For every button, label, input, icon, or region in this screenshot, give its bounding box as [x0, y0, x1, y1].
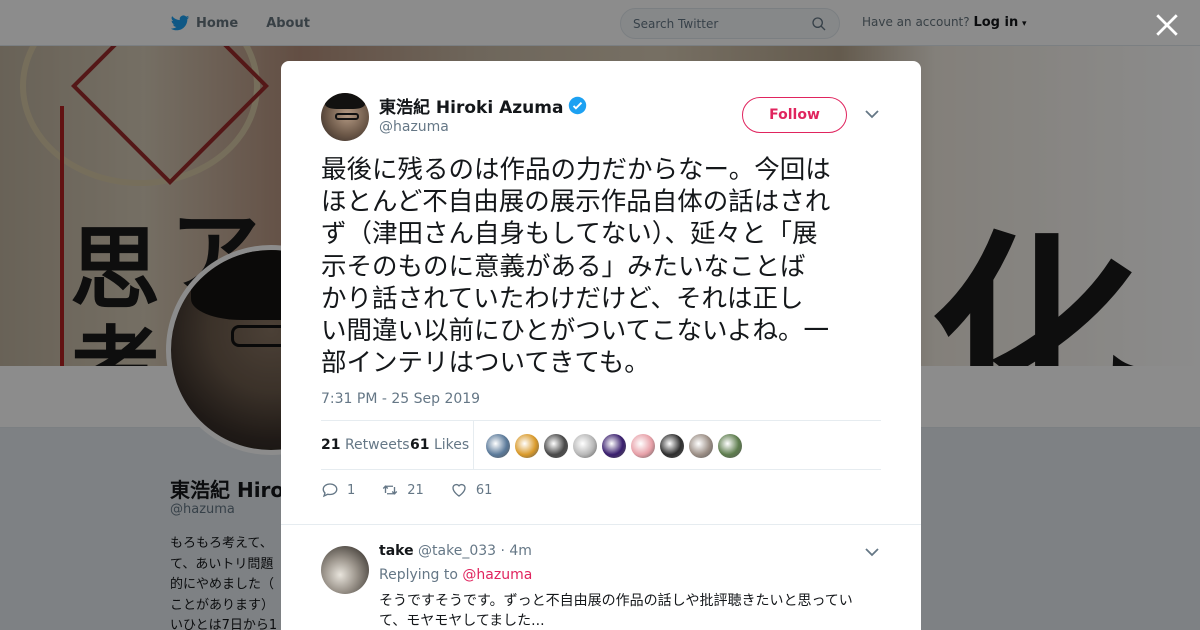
- stats-divider: [473, 421, 474, 469]
- liker-avatar[interactable]: [515, 434, 539, 458]
- likes-label: Likes: [433, 437, 470, 453]
- retweets-stat[interactable]: 21 Retweets: [321, 437, 410, 453]
- replying-to: Replying to @hazuma: [379, 567, 532, 583]
- liker-avatars: [486, 434, 742, 458]
- liker-avatar[interactable]: [660, 434, 684, 458]
- likes-count: 61: [410, 437, 430, 453]
- tweet-modal: 東浩紀 Hiroki Azuma @hazuma Follow 最後に残るのは作…: [281, 61, 921, 630]
- replying-to-handle[interactable]: @hazuma: [462, 567, 532, 583]
- liker-avatar[interactable]: [602, 434, 626, 458]
- reply-text: そうですそうです。ずっと不自由展の作品の話しや批評聴きたいと思ってい て、モヤモ…: [379, 593, 853, 629]
- reply-icon: [322, 483, 338, 498]
- reply-header: take @take_033 · 4m: [379, 543, 532, 559]
- author-name: 東浩紀 Hiroki Azuma: [379, 98, 564, 118]
- heart-icon: [452, 483, 466, 497]
- avatar-hair: [325, 93, 365, 109]
- liker-avatar[interactable]: [486, 434, 510, 458]
- close-icon[interactable]: [1154, 12, 1180, 38]
- liker-avatar[interactable]: [631, 434, 655, 458]
- tweet-timestamp[interactable]: 7:31 PM - 25 Sep 2019: [321, 391, 480, 407]
- reply-button[interactable]: 1: [321, 481, 355, 499]
- chevron-down-icon[interactable]: [865, 109, 879, 119]
- likes-stat[interactable]: 61 Likes: [410, 437, 469, 453]
- author-avatar[interactable]: [321, 93, 369, 141]
- liker-avatar[interactable]: [573, 434, 597, 458]
- like-button[interactable]: 61: [450, 481, 493, 499]
- replying-to-label: Replying to: [379, 567, 458, 583]
- reply-author-name[interactable]: take: [379, 543, 414, 559]
- retweet-count: 21: [407, 482, 424, 498]
- verified-badge-icon: [569, 96, 587, 115]
- liker-avatar[interactable]: [718, 434, 742, 458]
- reply-author-handle[interactable]: @take_033: [418, 543, 496, 559]
- tweet-actions: 1 21 61: [321, 481, 518, 499]
- liker-avatar[interactable]: [544, 434, 568, 458]
- reply-count: 1: [347, 482, 356, 498]
- follow-button[interactable]: Follow: [742, 97, 847, 133]
- chevron-down-icon[interactable]: [865, 547, 879, 557]
- avatar-glasses: [335, 113, 359, 120]
- retweet-button[interactable]: 21: [381, 481, 424, 499]
- retweet-icon: [383, 485, 398, 495]
- retweets-label: Retweets: [344, 437, 410, 453]
- tweet-text: 最後に残るのは作品の力だからなー。今回は ほとんど不自由展の展示作品自体の話はさ…: [321, 155, 831, 379]
- reply-time[interactable]: · 4m: [501, 543, 532, 559]
- reply-author-avatar[interactable]: [321, 546, 369, 594]
- author-name-row[interactable]: 東浩紀 Hiroki Azuma: [379, 93, 587, 118]
- author-handle[interactable]: @hazuma: [379, 119, 449, 135]
- tweet-stats: 21 Retweets 61 Likes: [321, 420, 881, 470]
- liker-avatar[interactable]: [689, 434, 713, 458]
- like-count: 61: [475, 482, 493, 498]
- reply-tweet[interactable]: take @take_033 · 4m Replying to @hazuma …: [281, 524, 921, 630]
- retweets-count: 21: [321, 437, 341, 453]
